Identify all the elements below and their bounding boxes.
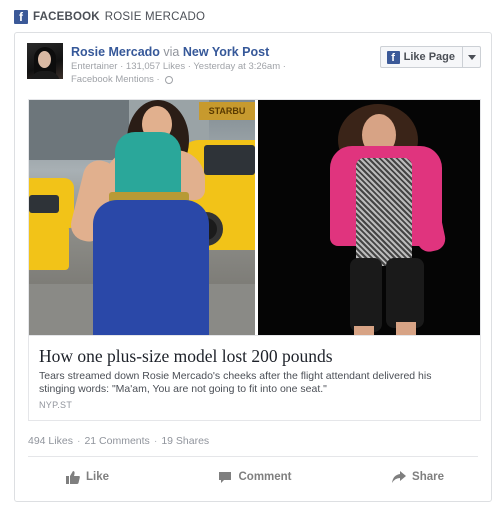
- article-description: Tears streamed down Rosie Mercado's chee…: [39, 370, 432, 395]
- post-header: Rosie Mercado via New York Post Entertai…: [71, 45, 286, 86]
- facebook-f-icon: f: [386, 50, 400, 64]
- likes-count[interactable]: 494 Likes: [28, 435, 73, 447]
- before-photo: STARBU: [29, 100, 255, 335]
- engagement-stats: 494 Likes · 21 Comments · 19 Shares: [28, 435, 209, 447]
- comment-button[interactable]: Comment: [192, 465, 318, 489]
- comments-count[interactable]: 21 Comments: [84, 435, 149, 447]
- action-bar: Like Comment Share: [28, 465, 478, 489]
- mentions-label[interactable]: Facebook Mentions ·: [71, 73, 160, 86]
- article-preview[interactable]: How one plus-size model lost 200 pounds …: [28, 335, 481, 421]
- store-sign: STARBU: [199, 102, 255, 120]
- like-page-label: Like Page: [403, 51, 455, 63]
- comment-label: Comment: [238, 471, 292, 483]
- like-label: Like: [86, 471, 110, 483]
- author-name[interactable]: Rosie Mercado: [71, 45, 160, 59]
- after-photo: [258, 100, 480, 335]
- facebook-logo-icon: f: [14, 10, 28, 24]
- post-card: Rosie Mercado via New York Post Entertai…: [14, 32, 492, 502]
- header-brand: FACEBOOK: [33, 11, 100, 23]
- stats-separator: ·: [153, 435, 158, 447]
- globe-icon: [164, 75, 173, 84]
- share-button[interactable]: Share: [318, 465, 478, 489]
- share-label: Share: [412, 471, 444, 483]
- source-name[interactable]: New York Post: [183, 45, 269, 59]
- chevron-down-icon[interactable]: [462, 47, 480, 67]
- divider: [28, 456, 478, 457]
- shares-count[interactable]: 19 Shares: [161, 435, 209, 447]
- article-source: NYP.ST: [39, 400, 73, 410]
- header-page-name[interactable]: ROSIE MERCADO: [105, 11, 205, 23]
- like-button[interactable]: Like: [28, 465, 192, 489]
- thumbs-up-icon: [66, 470, 80, 484]
- like-page-button[interactable]: f Like Page: [379, 46, 481, 68]
- post-meta: Entertainer · 131,057 Likes · Yesterday …: [71, 61, 286, 72]
- page-header: f FACEBOOK ROSIE MERCADO: [14, 7, 205, 27]
- article-title[interactable]: How one plus-size model lost 200 pounds: [39, 346, 470, 366]
- share-arrow-icon: [392, 470, 407, 483]
- author-avatar[interactable]: [27, 43, 63, 79]
- stats-separator: ·: [76, 435, 81, 447]
- via-text: via: [163, 45, 180, 59]
- article-image[interactable]: STARBU: [28, 99, 481, 335]
- comment-icon: [219, 471, 232, 483]
